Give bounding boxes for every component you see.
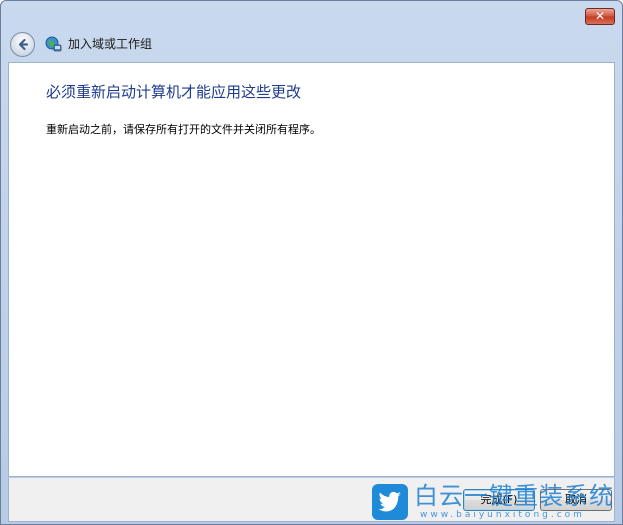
close-button[interactable]: ✕	[585, 8, 615, 25]
page-heading: 必须重新启动计算机才能应用这些更改	[46, 83, 302, 101]
wizard-nav-bar: 加入域或工作组	[1, 29, 622, 61]
back-arrow-icon	[18, 38, 29, 51]
network-globe-icon	[45, 36, 62, 52]
instruction-text: 重新启动之前，请保存所有打开的文件并关闭所有程序。	[46, 123, 321, 136]
button-bar: 完成(F) 取消	[8, 478, 615, 522]
wizard-title: 加入域或工作组	[68, 37, 153, 51]
close-icon: ✕	[594, 9, 606, 23]
wizard-window: ✕ 加入域或工作组 必须重新启动计算机才能应用这些更改 重新启动之前，请保存所有…	[0, 0, 623, 525]
cancel-button[interactable]: 取消	[540, 489, 612, 511]
back-button[interactable]	[10, 32, 35, 57]
content-panel: 必须重新启动计算机才能应用这些更改 重新启动之前，请保存所有打开的文件并关闭所有…	[8, 62, 615, 477]
finish-button[interactable]: 完成(F)	[463, 489, 535, 511]
